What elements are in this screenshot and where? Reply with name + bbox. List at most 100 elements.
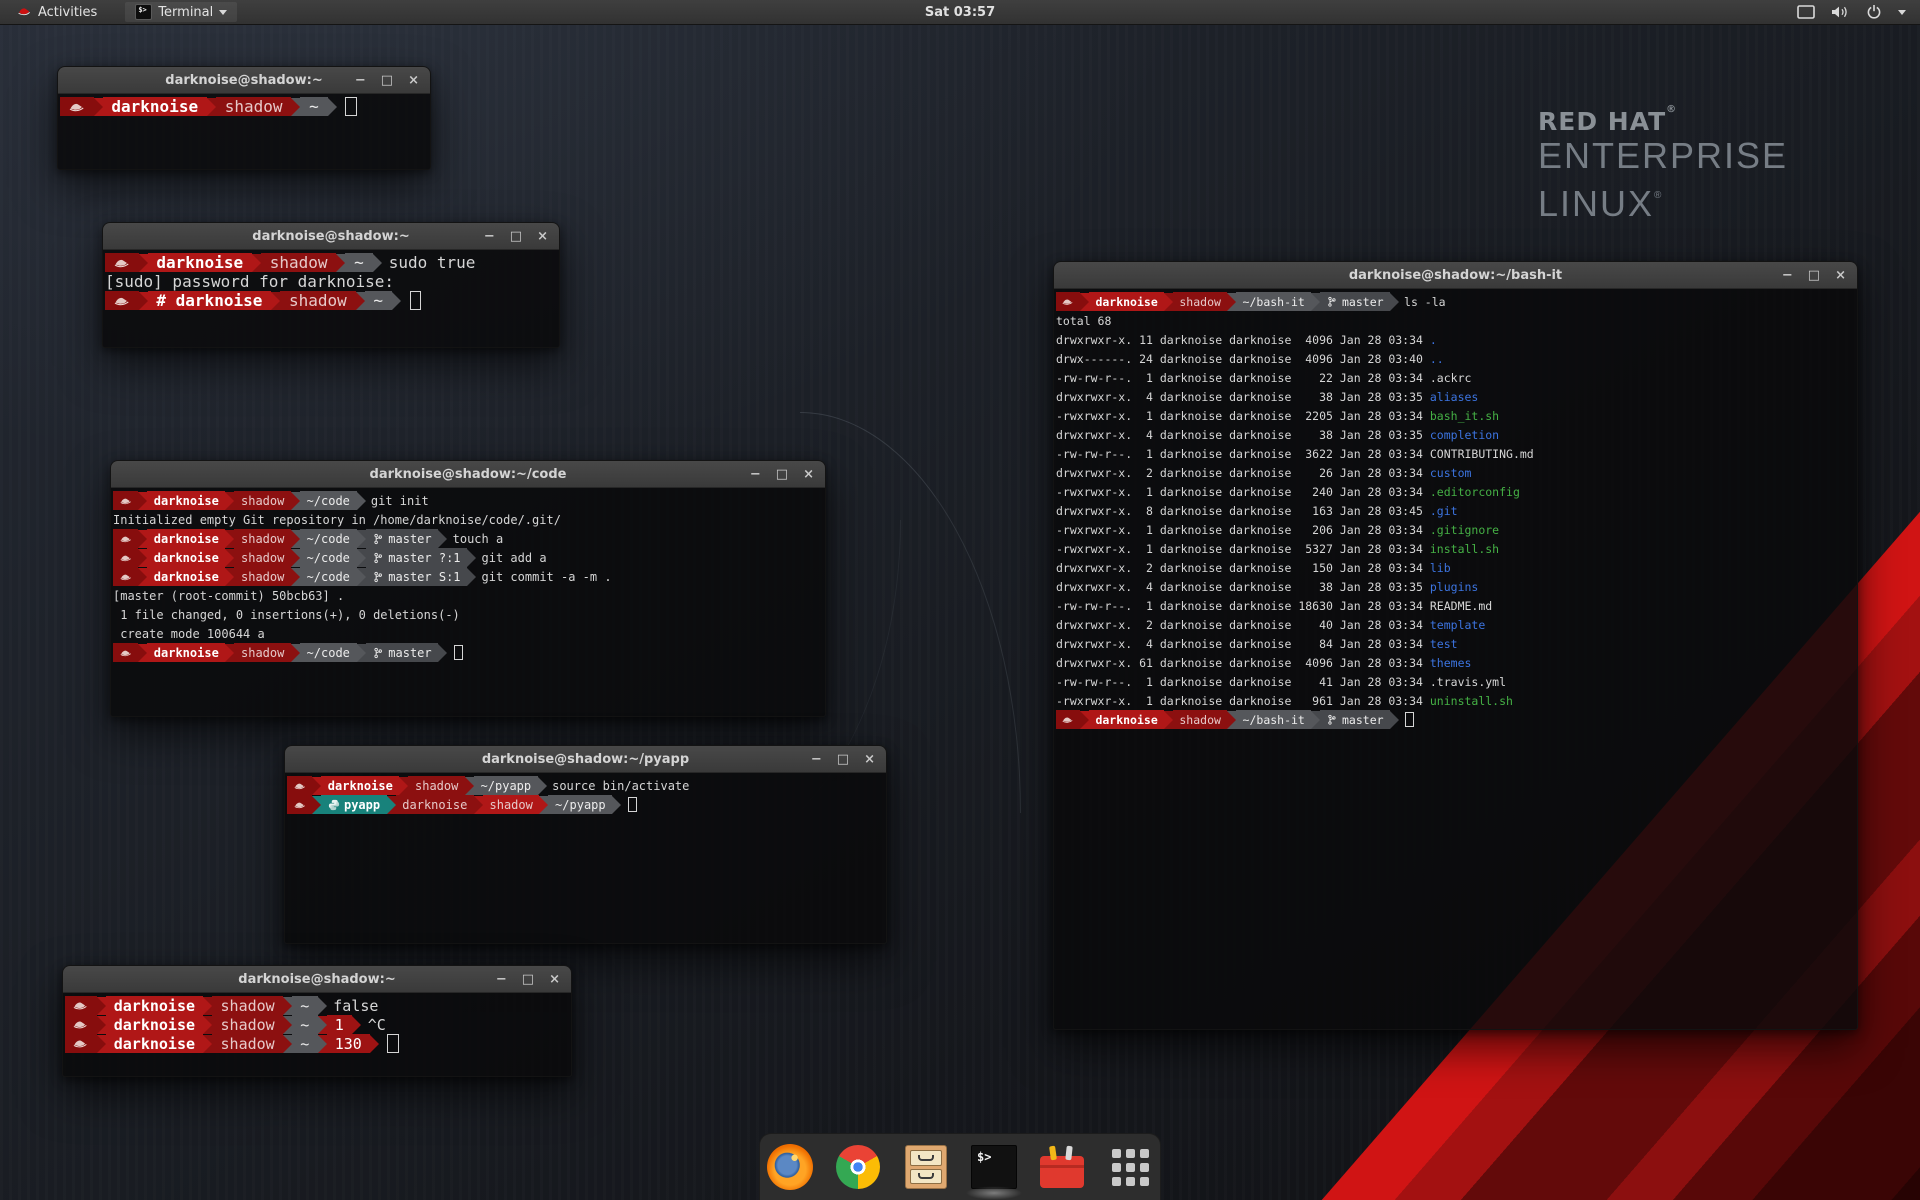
- close-button[interactable]: ×: [864, 753, 875, 766]
- dock-item-toolbox[interactable]: [1039, 1144, 1085, 1190]
- window-titlebar[interactable]: darknoise@shadow:~−□×: [63, 966, 571, 993]
- chrome-icon: [836, 1145, 880, 1189]
- terminal-output-line: drwxrwxr-x. 2 darknoise darknoise 150 Ja…: [1056, 558, 1857, 577]
- prompt-segment: shadow: [280, 291, 355, 310]
- minimize-button[interactable]: −: [496, 973, 507, 986]
- terminal-output-line: drwxrwxr-x. 4 darknoise darknoise 38 Jan…: [1056, 387, 1857, 406]
- terminal-prompt-line: darknoiseshadow~/codemastertouch a: [113, 529, 825, 548]
- close-button[interactable]: ×: [537, 230, 548, 243]
- terminal-content[interactable]: darknoiseshadow~falsedarknoiseshadow~1^C…: [63, 993, 571, 1053]
- prompt-segment: darknoise: [148, 253, 252, 272]
- system-status-area[interactable]: [1797, 4, 1920, 20]
- terminal-prompt-line: darknoiseshadow~130: [65, 1034, 571, 1053]
- maximize-button[interactable]: □: [837, 753, 849, 766]
- powerline-arrow-icon: [138, 492, 147, 510]
- powerline-arrow-icon: [203, 1035, 212, 1053]
- prompt-segment: shadow: [234, 548, 291, 567]
- powerline-arrow-icon: [291, 568, 300, 586]
- close-button[interactable]: ×: [803, 468, 814, 481]
- prompt-segment: shadow: [408, 776, 465, 795]
- dock-item-files[interactable]: [903, 1144, 949, 1190]
- redhat-icon: [294, 780, 306, 792]
- firefox-icon: [767, 1144, 813, 1190]
- powerline-arrow-icon: [357, 644, 366, 662]
- maximize-button[interactable]: □: [1808, 269, 1820, 282]
- redhat-segment: [1056, 292, 1080, 311]
- terminal-content[interactable]: darknoiseshadow~/codegit initInitialized…: [111, 488, 825, 662]
- prompt-segment: shadow: [234, 567, 291, 586]
- close-button[interactable]: ×: [1835, 269, 1846, 282]
- prompt-segment: darknoise: [321, 776, 399, 795]
- redhat-icon: [120, 495, 132, 507]
- maximize-button[interactable]: □: [776, 468, 788, 481]
- minimize-button[interactable]: −: [1782, 269, 1793, 282]
- prompt-segment: shadow: [234, 529, 291, 548]
- prompt-segment: ~/code: [300, 567, 357, 586]
- maximize-button[interactable]: □: [522, 973, 534, 986]
- minimize-button[interactable]: −: [750, 468, 761, 481]
- dock-item-chrome[interactable]: [835, 1144, 881, 1190]
- ls-row-filename: CONTRIBUTING.md: [1430, 447, 1534, 461]
- command-text: git commit -a -m .: [482, 570, 612, 584]
- terminal-content[interactable]: darknoiseshadow~/bash-itmasterls -latota…: [1054, 289, 1857, 729]
- terminal-cursor: [1405, 712, 1414, 727]
- terminal-cursor: [345, 97, 357, 117]
- dock-item-show-applications[interactable]: [1107, 1144, 1153, 1190]
- ls-row-filename: lib: [1430, 561, 1451, 575]
- prompt-segment: darknoise: [106, 1015, 204, 1034]
- output-text: Initialized empty Git repository in /hom…: [113, 513, 561, 527]
- powerline-arrow-icon: [283, 997, 292, 1015]
- window-titlebar[interactable]: darknoise@shadow:~−□×: [58, 67, 430, 94]
- prompt-segment: ~/pyapp: [474, 776, 538, 795]
- close-button[interactable]: ×: [408, 74, 419, 87]
- ls-row-meta: drwxrwxr-x. 8 darknoise darknoise 163 Ja…: [1056, 504, 1430, 518]
- powerline-arrow-icon: [203, 997, 212, 1015]
- maximize-button[interactable]: □: [381, 74, 393, 87]
- prompt-segment: ~/code: [300, 491, 357, 510]
- command-text: source bin/activate: [552, 779, 689, 793]
- redhat-segment: [60, 97, 94, 116]
- ls-row-filename: .ackrc: [1430, 371, 1472, 385]
- terminal-prompt-line: darknoiseshadow~/codemaster ?:1git add a: [113, 548, 825, 567]
- window-titlebar[interactable]: darknoise@shadow:~/code−□×: [111, 461, 825, 488]
- prompt-segment: darknoise: [396, 795, 474, 814]
- terminal-content[interactable]: darknoiseshadow~: [58, 94, 430, 116]
- redhat-icon: [294, 799, 306, 811]
- terminal-content[interactable]: darknoiseshadow~sudo true[sudo] password…: [103, 250, 559, 310]
- minimize-button[interactable]: −: [811, 753, 822, 766]
- dock-item-terminal[interactable]: $>: [971, 1144, 1017, 1190]
- ls-row-filename: ..: [1430, 352, 1444, 366]
- redhat-icon: [69, 99, 85, 115]
- redhat-segment: [113, 529, 138, 548]
- terminal-prompt-line: darknoise shadow ~/pyapp source bin/activat…: [287, 776, 886, 795]
- branch-segment: master: [366, 529, 439, 548]
- terminal-prompt-line: darknoiseshadow~/codemaster S:1git commi…: [113, 567, 825, 586]
- display-icon: [1797, 5, 1815, 19]
- terminal-output-line: -rwxrwxr-x. 1 darknoise darknoise 5327 J…: [1056, 539, 1857, 558]
- clock-button[interactable]: Sat 03:57: [0, 5, 1920, 20]
- output-text: total 68: [1056, 314, 1111, 328]
- redhat-segment: [65, 996, 97, 1015]
- prompt-segment: darknoise: [147, 567, 225, 586]
- redhat-segment: [287, 795, 312, 814]
- minimize-button[interactable]: −: [484, 230, 495, 243]
- terminal-content[interactable]: darknoiseshadow~/pyappsource bin/activat…: [285, 773, 886, 814]
- window-titlebar[interactable]: darknoise@shadow:~/pyapp−□×: [285, 746, 886, 773]
- terminal-output-line: drwxrwxr-x. 2 darknoise darknoise 26 Jan…: [1056, 463, 1857, 482]
- dock-item-firefox[interactable]: [767, 1144, 813, 1190]
- prompt-segment: darknoise: [106, 996, 204, 1015]
- ls-row-filename: plugins: [1430, 580, 1478, 594]
- prompt-segment: ~/bash-it: [1236, 710, 1311, 729]
- minimize-button[interactable]: −: [355, 74, 366, 87]
- window-titlebar[interactable]: darknoise@shadow:~−□×: [103, 223, 559, 250]
- volume-icon: [1831, 5, 1850, 19]
- prompt-segment: ~/code: [300, 548, 357, 567]
- terminal-prompt-line: darknoiseshadow~/bash-itmaster: [1056, 710, 1857, 729]
- window-titlebar[interactable]: darknoise@shadow:~/bash-it−□×: [1054, 262, 1857, 289]
- prompt-segment: shadow: [212, 1015, 283, 1034]
- powerline-arrow-icon: [1227, 293, 1236, 311]
- terminal-cursor: [454, 645, 463, 660]
- maximize-button[interactable]: □: [510, 230, 522, 243]
- command-text: ^C: [368, 1016, 386, 1034]
- close-button[interactable]: ×: [549, 973, 560, 986]
